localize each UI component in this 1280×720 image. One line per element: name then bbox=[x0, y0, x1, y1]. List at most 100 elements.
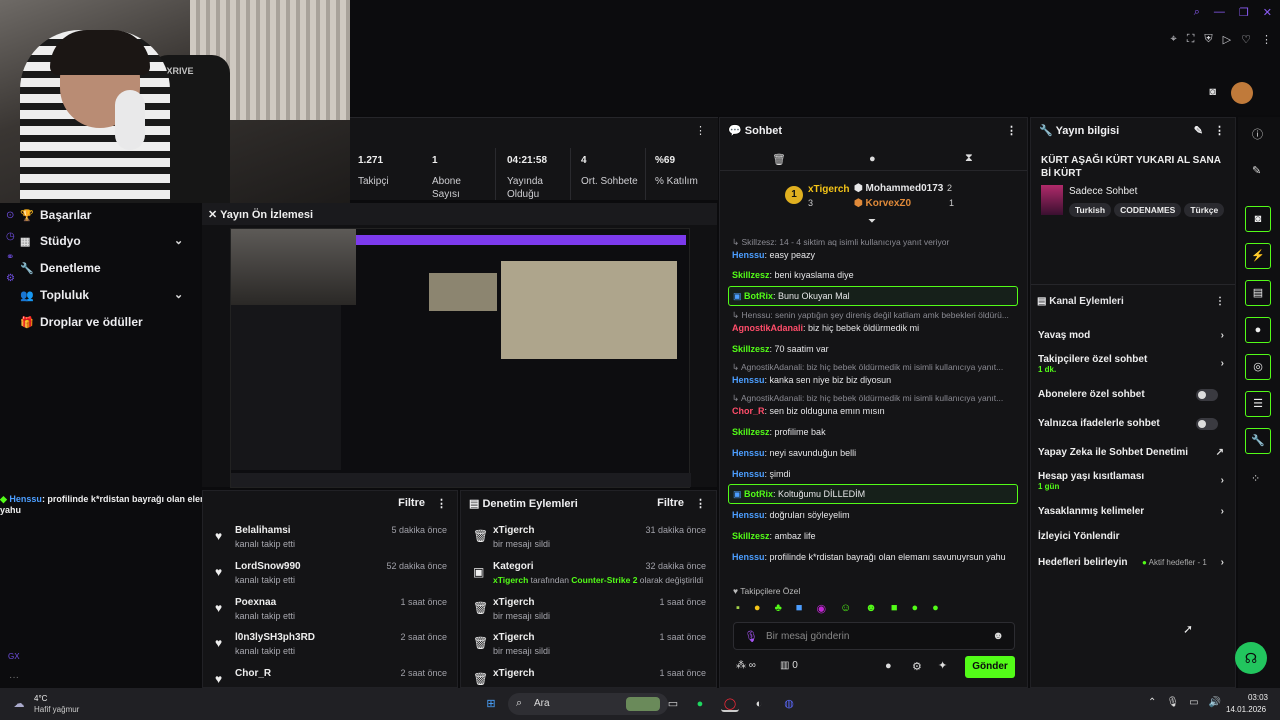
steam-icon[interactable]: ◐ bbox=[750, 696, 768, 712]
puzzle-icon[interactable]: ✦ bbox=[938, 659, 947, 672]
nav-drops[interactable]: 🎁 Droplar ve ödüller bbox=[20, 315, 143, 329]
subs-only-toggle[interactable] bbox=[1196, 389, 1218, 401]
document-icon[interactable]: ▤ bbox=[1245, 280, 1271, 306]
dot-icon[interactable]: ⊙ bbox=[6, 205, 15, 226]
emoji-icon[interactable]: ☻ bbox=[992, 630, 1004, 642]
broadcast-icon[interactable]: ◎ bbox=[1245, 354, 1271, 380]
goggles-icon[interactable]: ◙ bbox=[1209, 86, 1216, 98]
shield-icon[interactable]: ⛨ bbox=[1204, 33, 1212, 46]
emote-icon[interactable]: ▪ bbox=[736, 602, 740, 615]
bot-message[interactable]: ▣ BotRix: Koltuğumu DİLLEDİM bbox=[728, 484, 1018, 504]
preview-video[interactable] bbox=[230, 228, 691, 488]
gx-icon[interactable]: GX bbox=[8, 652, 20, 661]
avatar[interactable] bbox=[1231, 82, 1253, 104]
monitor-icon[interactable]: ▭ bbox=[1189, 697, 1198, 708]
list-item[interactable]: 🗑 xTigerch 1 saat önce bir mesajı sildi bbox=[461, 632, 716, 668]
emote-icon[interactable]: ◉ bbox=[816, 602, 826, 615]
stream-category[interactable]: Sadece Sohbet bbox=[1069, 186, 1137, 197]
chat-message[interactable]: Skillzesz: ambaz life bbox=[732, 530, 1017, 542]
info-icon[interactable]: ⓘ bbox=[1252, 126, 1263, 142]
emote-icon[interactable]: ■ bbox=[891, 602, 898, 615]
gear-icon[interactable]: ⚙ bbox=[6, 268, 15, 289]
minimize-icon[interactable]: — bbox=[1214, 6, 1225, 19]
list-item[interactable]: 🗑 xTigerch 31 dakika önce bir mesajı sildi bbox=[461, 525, 716, 561]
chat-message[interactable]: Henssu: şimdi bbox=[732, 468, 1017, 480]
mic-icon[interactable]: 🎙 bbox=[1166, 697, 1179, 708]
more-icon[interactable]: ⋮ bbox=[1215, 296, 1225, 307]
emote-icon[interactable]: ☺ bbox=[840, 602, 851, 615]
send-button[interactable]: Gönder bbox=[965, 656, 1015, 678]
list-item[interactable]: ▣ Kategori 32 dakika önce xTigerch tarafınd… bbox=[461, 561, 716, 597]
trash-icon[interactable]: 🗑 bbox=[772, 153, 786, 166]
action-slow-mode[interactable]: Yavaş mod › bbox=[1038, 330, 1228, 341]
link-icon[interactable]: ⚭ bbox=[6, 247, 15, 268]
chat-message[interactable]: Henssu: doğruları söyleyelim bbox=[732, 509, 1017, 521]
chat-input[interactable]: 🎙 Bir mesaj gönderin ☻ bbox=[733, 622, 1015, 650]
list-item[interactable]: ♥ LordSnow990 52 dakika önce kanalı takip e… bbox=[203, 561, 457, 597]
list-item[interactable]: ♥ Belalihamsi 5 dakika önce kanalı takip et… bbox=[203, 525, 457, 561]
tag[interactable]: Turkish bbox=[1069, 203, 1112, 217]
nav-studio[interactable]: ▦ Stüdyo ⌄ bbox=[20, 234, 190, 248]
chat-bubble-icon[interactable]: ● bbox=[885, 660, 892, 672]
play-icon[interactable]: ▷ bbox=[1223, 33, 1231, 46]
pencil-icon[interactable]: ✎ bbox=[1194, 124, 1203, 137]
chat-bubble-icon[interactable]: ● bbox=[869, 153, 876, 165]
chat-message[interactable]: Henssu: easy peazy bbox=[732, 249, 1017, 261]
nav-community[interactable]: 👥 Topluluk ⌄ bbox=[20, 288, 190, 302]
windows-start-icon[interactable]: ⊞ bbox=[482, 696, 500, 712]
list-item[interactable]: 🗑 xTigerch 1 saat önce bir mesajı sildi bbox=[461, 597, 716, 633]
chat-message[interactable]: Chor_R: sen biz olduguna emın mısın bbox=[732, 405, 1017, 417]
tag[interactable]: CODENAMES bbox=[1114, 203, 1182, 217]
list-icon[interactable]: ☰ bbox=[1245, 391, 1271, 417]
more-icon[interactable]: ⋮ bbox=[695, 124, 706, 137]
expand-icon[interactable]: ⛶ bbox=[1187, 33, 1195, 46]
more-icon[interactable]: ⋮ bbox=[1006, 124, 1017, 137]
more-icon[interactable]: ⋮ bbox=[436, 497, 447, 510]
action-goals[interactable]: Hedefleri belirleyin ● Aktif hedefler - 1… bbox=[1038, 557, 1228, 568]
clock-icon[interactable]: ◷ bbox=[6, 226, 15, 247]
chat-message[interactable]: Skillzesz: beni kıyaslama diye bbox=[732, 269, 1017, 281]
emote-icon[interactable]: ☻ bbox=[865, 602, 877, 615]
list-item[interactable]: ♥ Poexnaa 1 saat önce kanalı takip etti bbox=[203, 597, 457, 633]
points-counter[interactable]: ▥ 0 bbox=[780, 660, 798, 671]
heart-icon[interactable]: ♡ bbox=[1241, 33, 1251, 46]
gear-icon[interactable]: ⚙ bbox=[912, 660, 922, 673]
emote-only-toggle[interactable] bbox=[1196, 418, 1218, 430]
list-item[interactable]: ♥ l0n3lySH3ph3RD 2 saat önce kanalı takip e… bbox=[203, 632, 457, 668]
maximize-icon[interactable]: ❐ bbox=[1239, 6, 1249, 19]
chevron-up-icon[interactable]: ⌃ bbox=[1148, 697, 1156, 708]
chat-message[interactable]: Henssu: neyi savunduğun belli bbox=[732, 447, 1017, 459]
pencil-icon[interactable]: ✎ bbox=[1252, 164, 1261, 177]
headset-icon[interactable]: ☊ bbox=[1235, 642, 1267, 674]
tag[interactable]: Türkçe bbox=[1184, 203, 1225, 217]
taskview-icon[interactable]: ▭ bbox=[664, 696, 682, 712]
action-banned-words[interactable]: Yasaklanmış kelimeler › bbox=[1038, 506, 1228, 517]
mic-icon[interactable]: 🎙 bbox=[744, 630, 758, 643]
wrench-icon[interactable]: 🔧 bbox=[1245, 428, 1271, 454]
chat-message[interactable]: Skillzesz: 70 saatim var bbox=[732, 343, 1017, 355]
leader-name[interactable]: ⬢ Mohammed0173 bbox=[854, 183, 943, 194]
infinity-icon[interactable]: ⁂ ∞ bbox=[736, 660, 756, 671]
leader-name[interactable]: ⬢ KorvexZ0 bbox=[854, 198, 911, 209]
cloud-icon[interactable]: ☁ bbox=[10, 696, 28, 712]
chat-message[interactable]: Henssu: kanka sen niye biz biz diyosun bbox=[732, 374, 1017, 386]
filter-button[interactable]: Filtre bbox=[398, 497, 425, 509]
close-icon[interactable]: ✕ bbox=[208, 209, 220, 221]
emote-icon[interactable]: ● bbox=[932, 602, 939, 615]
search-input[interactable]: ⌕ Ara bbox=[508, 693, 668, 715]
action-account-age[interactable]: Hesap yaşı kısıtlaması 1 gün › bbox=[1038, 471, 1228, 491]
discord-icon[interactable]: ◍ bbox=[780, 696, 798, 712]
leader-name[interactable]: xTigerch bbox=[808, 184, 850, 195]
hourglass-icon[interactable]: ⧗ bbox=[965, 152, 973, 165]
more-icon[interactable]: ⋮ bbox=[695, 497, 706, 510]
bot-message[interactable]: ▣ BotRix: Bunu Okuyan Mal bbox=[728, 286, 1018, 306]
chat-message[interactable]: Henssu: profilinde k*rdistan bayrağı ola… bbox=[732, 551, 1017, 563]
nav-moderation[interactable]: 🔧 Denetleme bbox=[20, 261, 101, 275]
close-icon[interactable]: ✕ bbox=[1263, 6, 1272, 19]
filter-button[interactable]: Filtre bbox=[657, 497, 684, 509]
spotify-icon[interactable]: ● bbox=[691, 696, 709, 712]
more-icon[interactable]: ⋮ bbox=[1261, 33, 1272, 46]
chat-message[interactable]: AgnostikAdanali: biz hiç bebek öldürmedi… bbox=[732, 322, 1017, 334]
emote-icon[interactable]: ● bbox=[912, 602, 919, 615]
more-icon[interactable]: ··· bbox=[9, 672, 19, 683]
